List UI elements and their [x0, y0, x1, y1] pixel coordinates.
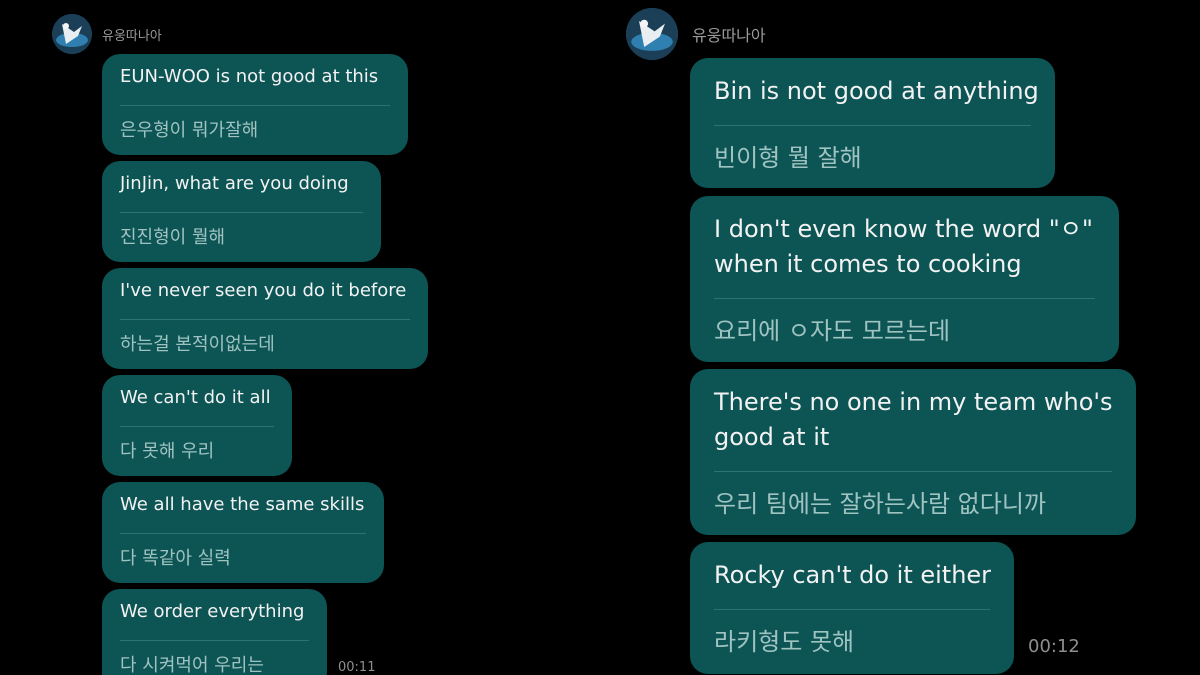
- message-bubble[interactable]: I don't even know the word "ㅇ" when it c…: [690, 196, 1119, 362]
- message-english: I don't even know the word "ㅇ" when it c…: [714, 215, 1093, 278]
- right-chat-panel: 유웅따나아 Bin is not good at anything 빈이형 뭘 …: [0, 0, 1200, 675]
- message-english: There's no one in my team who's good at …: [714, 388, 1113, 451]
- message-divider: [714, 471, 1112, 472]
- message-korean: 요리에 ㅇ자도 모르는데: [714, 317, 951, 345]
- message-bubble[interactable]: There's no one in my team who's good at …: [690, 369, 1136, 535]
- message-timestamp: 00:12: [1028, 636, 1080, 657]
- message-divider: [714, 298, 1095, 299]
- message-korean: 라키형도 못해: [714, 628, 855, 656]
- message-bubble[interactable]: Bin is not good at anything 빈이형 뭘 잘해: [690, 58, 1055, 188]
- message-divider: [714, 125, 1031, 126]
- message-korean: 우리 팀에는 잘하는사람 없다니까: [714, 490, 1047, 518]
- message-english: Bin is not good at anything: [714, 77, 1039, 105]
- sender-avatar[interactable]: [626, 8, 678, 60]
- message-korean: 빈이형 뭘 잘해: [714, 144, 862, 172]
- sender-name: 유웅따나아: [692, 26, 766, 45]
- message-divider: [714, 609, 990, 610]
- avatar-image-icon: [626, 8, 678, 60]
- message-bubble[interactable]: Rocky can't do it either 라키형도 못해: [690, 542, 1014, 674]
- message-english: Rocky can't do it either: [714, 561, 992, 589]
